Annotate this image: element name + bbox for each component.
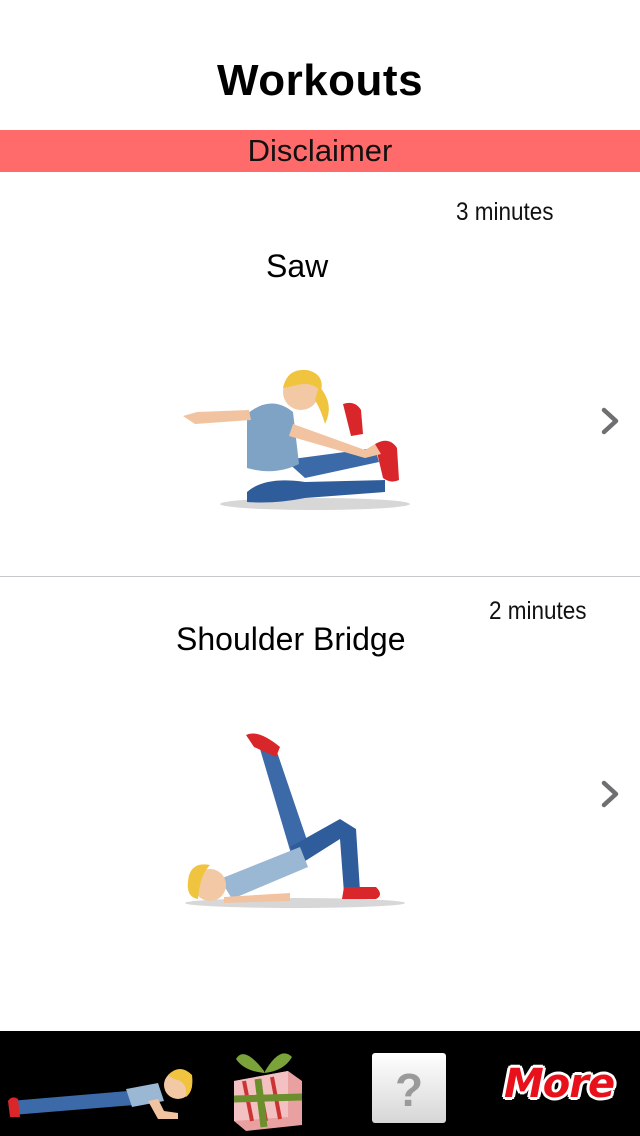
chevron-right-icon bbox=[601, 780, 619, 808]
disclaimer-label: Disclaimer bbox=[247, 133, 393, 168]
saw-exercise-illustration bbox=[183, 369, 410, 510]
page-title: Workouts bbox=[216, 56, 424, 105]
workout-name: Saw bbox=[266, 248, 329, 284]
workout-name: Shoulder Bridge bbox=[176, 621, 406, 657]
workout-row-shoulder-bridge[interactable]: 2 minutes Shoulder Bridge bbox=[0, 577, 640, 1031]
workout-duration: 2 minutes bbox=[489, 597, 587, 625]
help-icon: ? bbox=[372, 1053, 446, 1123]
tab-more[interactable]: More bbox=[490, 1031, 640, 1136]
more-label: More bbox=[504, 1061, 615, 1107]
navigation-bar: Workouts bbox=[0, 0, 640, 130]
tab-bar: ? More bbox=[0, 1031, 640, 1136]
tab-gift[interactable] bbox=[210, 1031, 320, 1136]
workout-duration: 3 minutes bbox=[456, 198, 554, 226]
gift-icon bbox=[233, 1053, 303, 1131]
chevron-right-icon bbox=[601, 407, 619, 435]
workout-row-saw[interactable]: 3 minutes Saw bbox=[0, 172, 640, 576]
tab-help[interactable]: ? bbox=[360, 1031, 460, 1136]
help-glyph: ? bbox=[394, 1064, 424, 1116]
tab-workouts[interactable] bbox=[0, 1031, 200, 1136]
shoulder-bridge-exercise-illustration bbox=[185, 733, 405, 908]
plank-figure-icon bbox=[8, 1069, 193, 1119]
disclaimer-button[interactable]: Disclaimer bbox=[0, 130, 640, 172]
